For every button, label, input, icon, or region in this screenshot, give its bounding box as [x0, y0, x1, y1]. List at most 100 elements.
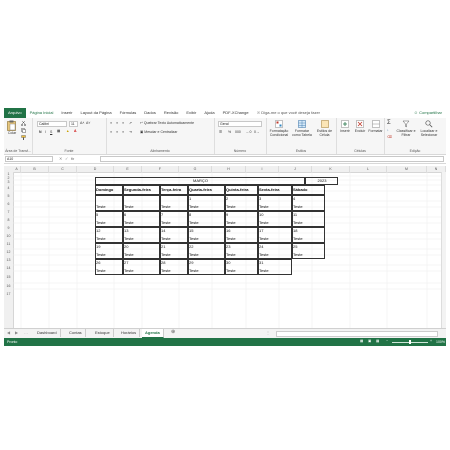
calendar-event[interactable]: Teste	[160, 204, 188, 209]
calendar-day-number[interactable]: 15	[188, 228, 225, 233]
vertical-scrollbar[interactable]	[441, 172, 446, 329]
calendar-event[interactable]: Teste	[188, 204, 225, 209]
calendar-day-number[interactable]: 4	[292, 196, 325, 201]
name-box[interactable]: A10	[5, 156, 53, 162]
insert-cells-button[interactable]: Inserir	[338, 120, 352, 133]
calendar-event[interactable]: Teste	[258, 268, 292, 273]
currency-icon[interactable]: ☰	[219, 130, 222, 134]
calendar-day-number[interactable]: 25	[292, 244, 325, 249]
sheet-tab-horários[interactable]: Horários	[118, 329, 141, 337]
calendar-day-number[interactable]: 10	[258, 212, 292, 217]
calendar-event[interactable]: Teste	[95, 220, 123, 225]
calendar-event[interactable]: Teste	[160, 252, 188, 257]
calendar-event[interactable]: Teste	[123, 252, 160, 257]
grow-font-icon[interactable]: A˄	[80, 121, 84, 125]
clear-icon[interactable]: ⌫	[387, 135, 392, 139]
tab-ajuda[interactable]: Ajuda	[200, 108, 218, 118]
align-left-icon[interactable]: ≡	[110, 130, 112, 134]
thousands-icon[interactable]: 000	[235, 130, 241, 134]
border-icon[interactable]: ▦	[57, 129, 60, 133]
bold-button[interactable]: N	[39, 130, 42, 134]
indent-icon[interactable]: ⇥	[129, 130, 132, 134]
find-select-button[interactable]: Localizar e Selecionar	[418, 120, 440, 137]
calendar-event[interactable]: Teste	[188, 268, 225, 273]
number-format-select[interactable]: Geral	[218, 121, 262, 127]
calendar-day-number[interactable]: 12	[95, 228, 123, 233]
calendar-event[interactable]: Teste	[292, 236, 325, 241]
row-header[interactable]: 11	[4, 239, 13, 249]
fill-down-icon[interactable]: ↓	[387, 128, 389, 132]
calendar-day-number[interactable]: 1	[188, 196, 225, 201]
tab-revisao[interactable]: Revisão	[160, 108, 182, 118]
calendar-day-number[interactable]: 21	[160, 244, 188, 249]
weekday-header[interactable]: Segunda-feira	[123, 187, 160, 192]
font-size-select[interactable]: 11	[69, 121, 78, 127]
calendar-day-number[interactable]: 8	[188, 212, 225, 217]
zoom-level[interactable]: 100%	[436, 340, 445, 344]
format-painter-icon[interactable]	[21, 135, 26, 140]
calendar-day-number[interactable]: 7	[160, 212, 188, 217]
align-bottom-icon[interactable]: ≡	[122, 121, 124, 125]
calendar-day-number[interactable]: 13	[123, 228, 160, 233]
zoom-slider[interactable]	[392, 340, 428, 344]
format-cells-button[interactable]: Formatar	[368, 120, 383, 133]
share-button[interactable]: ☺ Compartilhar	[414, 109, 442, 117]
cell-styles-button[interactable]: Estilos de Célula	[314, 120, 335, 137]
calendar-day-number[interactable]: 14	[160, 228, 188, 233]
calendar-event[interactable]: Teste	[258, 236, 292, 241]
weekday-header[interactable]: Quarta-feira	[188, 187, 225, 192]
tab-pdf-xchange[interactable]: PDF-XChange	[219, 108, 253, 118]
paste-button[interactable]: Colar	[7, 120, 17, 135]
conditional-format-button[interactable]: Formatação Condicional	[268, 120, 290, 137]
calendar-day-number[interactable]: 19	[95, 244, 123, 249]
worksheet-grid[interactable]: MARÇO 2023 Domingo Segunda-feira Terça-fei…	[13, 172, 446, 329]
zoom-in-icon[interactable]: +	[430, 339, 432, 343]
zoom-out-icon[interactable]: −	[386, 339, 388, 343]
tab-arquivo[interactable]: Arquivo	[4, 108, 26, 118]
weekday-header[interactable]: Terça-feira	[160, 187, 188, 192]
calendar-event[interactable]: Teste	[225, 268, 258, 273]
weekday-header[interactable]: Domingo	[95, 187, 123, 192]
calendar-day-number[interactable]: 16	[225, 228, 258, 233]
calendar-event[interactable]: Teste	[292, 204, 325, 209]
calendar-event[interactable]: Teste	[160, 220, 188, 225]
merge-center-button[interactable]: ▣ Mesclar e Centralizar	[140, 130, 177, 134]
calendar-event[interactable]: Teste	[123, 236, 160, 241]
calendar-day-number[interactable]: 20	[123, 244, 160, 249]
weekday-header[interactable]: Quinta-feira	[225, 187, 258, 192]
more-sheets-icon[interactable]: …	[24, 330, 28, 335]
calendar-day-number[interactable]: 5	[95, 212, 123, 217]
next-sheet-icon[interactable]: ▶	[15, 330, 18, 335]
calendar-event[interactable]: Teste	[292, 252, 325, 257]
tab-layout[interactable]: Layout da Página	[76, 108, 115, 118]
prev-sheet-icon[interactable]: ◀	[7, 330, 10, 335]
normal-view-icon[interactable]: ▦	[360, 339, 363, 343]
calendar-event[interactable]: Teste	[123, 268, 160, 273]
calendar-event[interactable]: Teste	[123, 204, 160, 209]
horizontal-scrollbar[interactable]	[276, 331, 438, 337]
increase-decimal-icon[interactable]: ←0	[246, 130, 251, 134]
sheet-tab-estoque[interactable]: Estoque	[92, 329, 114, 337]
calendar-day-number[interactable]: 31	[258, 260, 292, 265]
tab-pagina-inicial[interactable]: Página Inicial	[25, 108, 58, 119]
calendar-day-number[interactable]: 22	[188, 244, 225, 249]
calendar-event[interactable]: Teste	[188, 220, 225, 225]
calendar-event[interactable]: Teste	[258, 204, 292, 209]
calendar-day-number[interactable]: 30	[225, 260, 258, 265]
calendar-day-number[interactable]: 17	[258, 228, 292, 233]
weekday-header[interactable]: Sexta-feira	[258, 187, 292, 192]
page-layout-icon[interactable]: ▣	[368, 339, 371, 343]
sort-filter-button[interactable]: Classificar e Filtrar	[396, 120, 416, 137]
calendar-event[interactable]: Teste	[160, 236, 188, 241]
calendar-day-number[interactable]: 9	[225, 212, 258, 217]
font-name-select[interactable]: Calibri	[37, 121, 67, 127]
calendar-event[interactable]: Teste	[95, 236, 123, 241]
calendar-day-number[interactable]: 24	[258, 244, 292, 249]
format-table-button[interactable]: Formatar como Tabela	[291, 120, 313, 137]
add-sheet-icon[interactable]: ⊕	[171, 329, 175, 335]
align-middle-icon[interactable]: ≡	[116, 121, 118, 125]
calendar-event[interactable]: Teste	[95, 268, 123, 273]
insert-function-icon[interactable]: fx	[71, 156, 74, 161]
cut-icon[interactable]	[21, 121, 26, 126]
calendar-event[interactable]: Teste	[225, 220, 258, 225]
